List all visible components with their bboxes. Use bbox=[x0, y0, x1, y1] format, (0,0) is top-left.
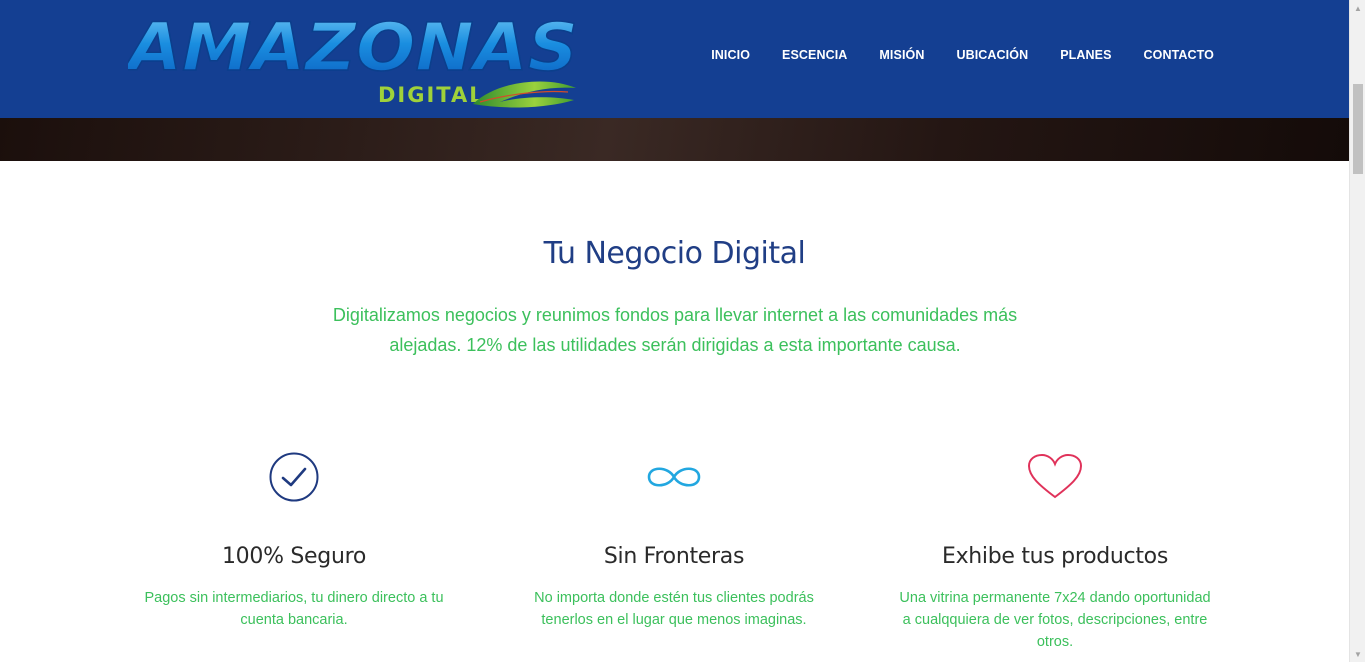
logo-main-text: AMAZONAS bbox=[128, 10, 578, 86]
main-nav: INICIO ESCENCIA MISIÓN UBICACIÓN PLANES … bbox=[711, 48, 1214, 62]
check-circle-icon bbox=[124, 450, 464, 504]
section-title: Tu Negocio Digital bbox=[543, 236, 806, 271]
feature-title: Exhibe tus productos bbox=[941, 544, 1169, 569]
logo-graphic: AMAZONAS DIGITAL bbox=[128, 10, 579, 108]
feature-title: 100% Seguro bbox=[221, 544, 367, 569]
infinity-icon bbox=[504, 450, 844, 504]
section-intro: Digitalizamos negocios y reunimos fondos… bbox=[332, 305, 1018, 355]
feature-text: No importa donde estén tus clientes podr… bbox=[534, 590, 814, 628]
nav-contacto[interactable]: CONTACTO bbox=[1144, 48, 1214, 62]
nav-planes[interactable]: PLANES bbox=[1060, 48, 1111, 62]
feature-title: Sin Fronteras bbox=[603, 544, 745, 569]
nav-ubicacion[interactable]: UBICACIÓN bbox=[956, 48, 1028, 62]
feature-products: Exhibe tus productos Una vitrina permane… bbox=[885, 450, 1225, 653]
vertical-scrollbar[interactable]: ▲ ▼ bbox=[1349, 0, 1365, 662]
nav-escencia[interactable]: ESCENCIA bbox=[782, 48, 847, 62]
feature-text: Una vitrina permanente 7x24 dando oportu… bbox=[899, 590, 1211, 650]
nav-inicio[interactable]: INICIO bbox=[711, 48, 750, 62]
nav-mision[interactable]: MISIÓN bbox=[879, 48, 924, 62]
site-header: AMAZONAS DIGITAL INICIO ESCENCIA MISIÓN … bbox=[0, 0, 1349, 118]
scroll-down-icon[interactable]: ▼ bbox=[1350, 646, 1365, 662]
logo-sub-text: DIGITAL bbox=[378, 83, 485, 107]
page: AMAZONAS DIGITAL INICIO ESCENCIA MISIÓN … bbox=[0, 0, 1349, 662]
scrollbar-thumb[interactable] bbox=[1353, 84, 1363, 174]
feature-borderless: Sin Fronteras No importa donde estén tus… bbox=[504, 450, 844, 631]
hero-image-strip bbox=[0, 118, 1349, 161]
site-logo[interactable]: AMAZONAS DIGITAL bbox=[128, 10, 580, 110]
feature-text: Pagos sin intermediarios, tu dinero dire… bbox=[144, 590, 444, 628]
heart-icon bbox=[885, 450, 1225, 504]
scroll-up-icon[interactable]: ▲ bbox=[1350, 0, 1365, 16]
feature-secure: 100% Seguro Pagos sin intermediarios, tu… bbox=[124, 450, 464, 631]
